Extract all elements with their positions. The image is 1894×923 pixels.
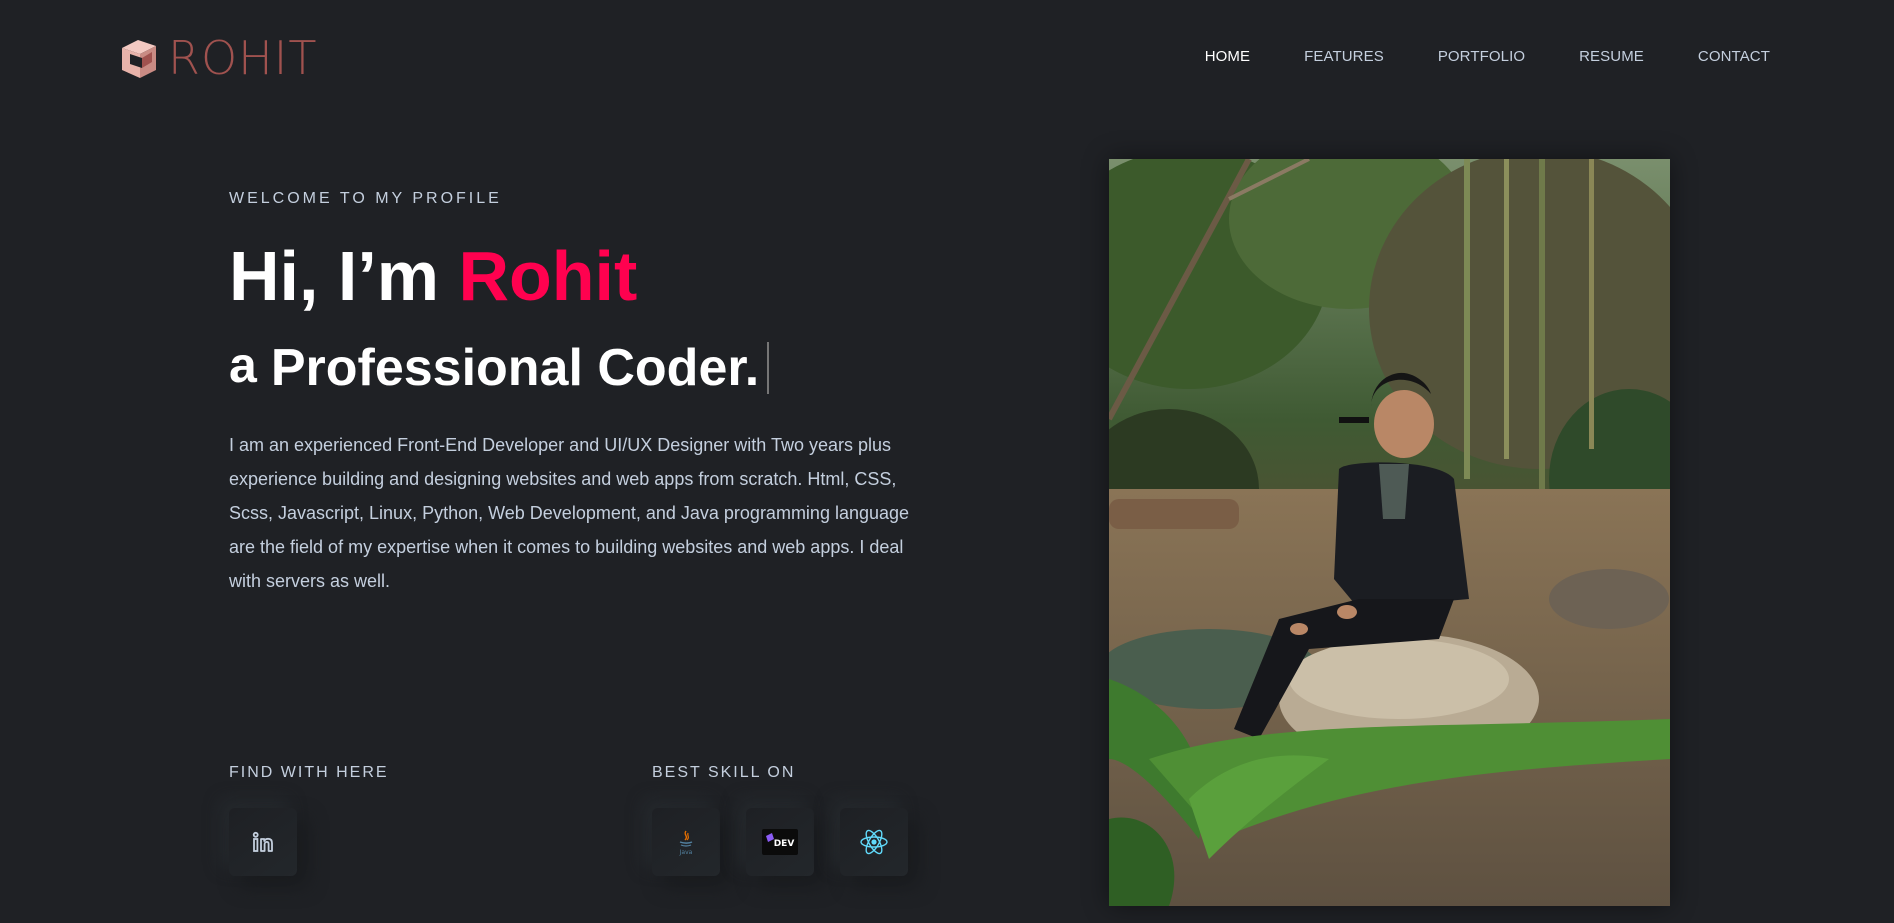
- page: ROHIT HOME FEATURES PORTFOLIO RESUME CON…: [0, 0, 1894, 923]
- logo-link[interactable]: ROHIT: [116, 34, 317, 82]
- java-skill-button[interactable]: Java: [652, 808, 720, 876]
- subheadline-prefix: a: [229, 337, 257, 393]
- react-skill-button[interactable]: [840, 808, 908, 876]
- dev-badge-text: DEV: [774, 839, 795, 849]
- logo-text: ROHIT: [168, 31, 318, 85]
- subheadline-role: Professional Coder.: [270, 339, 760, 397]
- linkedin-button[interactable]: [229, 808, 297, 876]
- skill-icons: Java DEV: [652, 808, 908, 876]
- nav-resume[interactable]: RESUME: [1579, 48, 1644, 65]
- subheadline: a Professional Coder.: [229, 335, 770, 401]
- linkedin-icon: [252, 831, 273, 852]
- java-icon: Java: [679, 830, 693, 856]
- react-icon: [860, 829, 888, 855]
- logo-mark-icon: [122, 40, 156, 78]
- skills-section-title: BEST SKILL ON: [652, 764, 796, 781]
- nav-features[interactable]: FEATURES: [1304, 48, 1384, 65]
- headline-greeting: Hi, I’m: [229, 237, 459, 315]
- main-nav: HOME FEATURES PORTFOLIO RESUME CONTACT: [1205, 48, 1770, 65]
- bio-paragraph: I am an experienced Front-End Developer …: [229, 435, 910, 591]
- find-section-title: FIND WITH HERE: [229, 764, 389, 781]
- profile-photo: [1109, 159, 1670, 906]
- headline: Hi, I’m Rohit: [229, 232, 637, 320]
- typing-cursor: [767, 342, 770, 394]
- social-icons: [229, 808, 297, 876]
- headline-name: Rohit: [458, 237, 638, 315]
- java-caption: Java: [679, 849, 693, 856]
- nav-portfolio[interactable]: PORTFOLIO: [1438, 48, 1525, 65]
- welcome-text: WELCOME TO MY PROFILE: [229, 190, 502, 207]
- dev-icon: DEV: [762, 829, 798, 855]
- dev-skill-button[interactable]: DEV: [746, 808, 814, 876]
- nav-home[interactable]: HOME: [1205, 48, 1250, 65]
- nav-contact[interactable]: CONTACT: [1698, 48, 1770, 65]
